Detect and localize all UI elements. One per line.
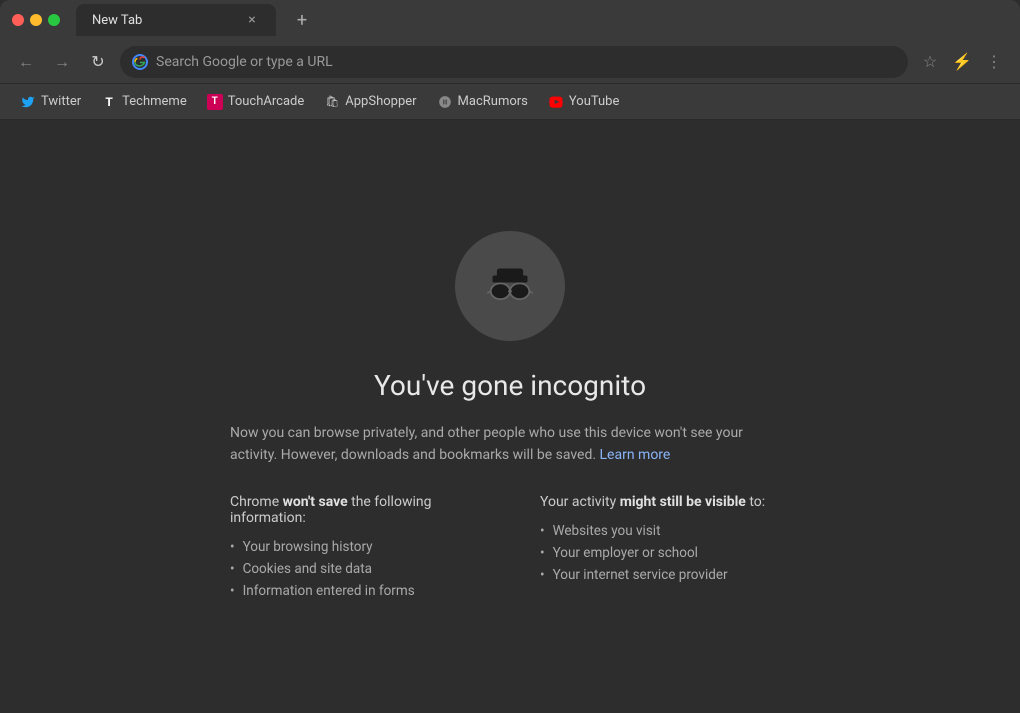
twitter-icon: [20, 94, 36, 110]
bookmark-youtube-label: YouTube: [569, 94, 620, 109]
bookmark-techmeme-label: Techmeme: [122, 94, 187, 109]
list-item: Your employer or school: [540, 542, 790, 564]
bookmark-toucharcade-label: TouchArcade: [228, 94, 305, 109]
back-button[interactable]: ←: [12, 48, 40, 76]
toolbar-icons: ☆ ⚡ ⋮: [916, 48, 1008, 76]
bookmark-youtube[interactable]: YouTube: [540, 90, 628, 114]
tab-close-button[interactable]: ×: [244, 12, 260, 28]
extension-button[interactable]: ⚡: [948, 48, 976, 76]
bookmark-twitter[interactable]: Twitter: [12, 90, 89, 114]
incognito-description: Now you can browse privately, and other …: [230, 422, 790, 467]
bookmark-macrumors-label: MacRumors: [458, 94, 528, 109]
list-item: Cookies and site data: [230, 558, 480, 580]
menu-button[interactable]: ⋮: [980, 48, 1008, 76]
maximize-window-button[interactable]: [48, 14, 60, 26]
list-item: Websites you visit: [540, 520, 790, 542]
still-visible-list: Websites you visit Your employer or scho…: [540, 520, 790, 586]
active-tab[interactable]: New Tab ×: [76, 4, 276, 36]
address-bar[interactable]: Search Google or type a URL: [120, 46, 908, 78]
chrome-wont-save-heading: Chrome won't save the following informat…: [230, 494, 480, 526]
title-bar: New Tab × +: [0, 0, 1020, 40]
incognito-title: You've gone incognito: [374, 369, 646, 402]
youtube-icon: [548, 94, 564, 110]
forward-button[interactable]: →: [48, 48, 76, 76]
list-item: Information entered in forms: [230, 580, 480, 602]
bookmark-star-button[interactable]: ☆: [916, 48, 944, 76]
bookmark-appshopper[interactable]: 🛍 AppShopper: [316, 90, 424, 114]
bookmark-techmeme[interactable]: T Techmeme: [93, 90, 195, 114]
list-item: Your internet service provider: [540, 564, 790, 586]
address-bar-row: ← → ↻ Search Google or type a URL ☆ ⚡ ⋮: [0, 40, 1020, 84]
info-columns: Chrome won't save the following informat…: [230, 494, 790, 602]
still-visible-column: Your activity might still be visible to:…: [540, 494, 790, 602]
incognito-icon: [455, 231, 565, 341]
bookmark-toucharcade[interactable]: T TouchArcade: [199, 90, 313, 114]
chrome-wont-save-list: Your browsing history Cookies and site d…: [230, 536, 480, 602]
bookmark-macrumors[interactable]: MacRumors: [429, 90, 536, 114]
bookmark-twitter-label: Twitter: [41, 94, 81, 109]
close-window-button[interactable]: [12, 14, 24, 26]
macrumors-icon: [437, 94, 453, 110]
bookmarks-bar: Twitter T Techmeme T TouchArcade 🛍 AppSh…: [0, 84, 1020, 120]
new-tab-button[interactable]: +: [288, 6, 316, 34]
bookmark-appshopper-label: AppShopper: [345, 94, 416, 109]
refresh-button[interactable]: ↻: [84, 48, 112, 76]
google-icon: [132, 54, 148, 70]
toucharcade-icon: T: [207, 94, 223, 110]
minimize-window-button[interactable]: [30, 14, 42, 26]
tab-title: New Tab: [92, 13, 236, 28]
chrome-wont-save-column: Chrome won't save the following informat…: [230, 494, 480, 602]
traffic-lights: [12, 14, 60, 26]
still-visible-heading: Your activity might still be visible to:: [540, 494, 790, 510]
address-placeholder: Search Google or type a URL: [156, 54, 896, 70]
main-content: You've gone incognito Now you can browse…: [0, 120, 1020, 713]
techmeme-icon: T: [101, 94, 117, 110]
learn-more-link[interactable]: Learn more: [600, 447, 671, 463]
list-item: Your browsing history: [230, 536, 480, 558]
appshopper-icon: 🛍: [324, 94, 340, 110]
